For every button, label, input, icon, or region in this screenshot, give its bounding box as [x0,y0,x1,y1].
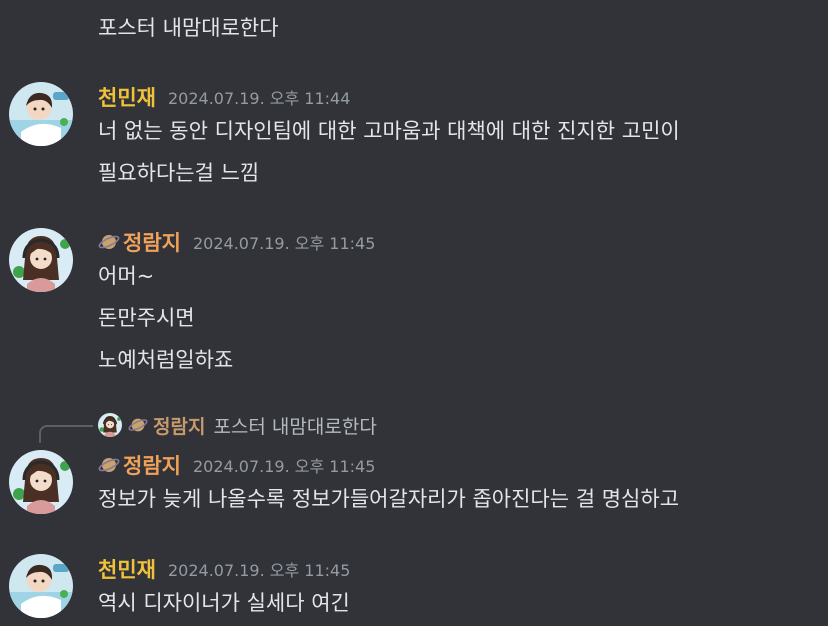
avatar-icon [9,450,73,514]
reply-preview[interactable]: 정람지 포스터 내맘대로한다 [98,411,377,439]
reply-text[interactable]: 포스터 내맘대로한다 [213,412,376,439]
timestamp: 2024.07.19. 오후 11:45 [192,234,376,253]
reply-spine [39,425,93,443]
timestamp: 2024.07.19. 오후 11:45 [167,561,351,580]
message-text: 포스터 내맘대로한다 [98,16,279,40]
avatar[interactable] [9,82,73,146]
avatar[interactable] [9,554,73,618]
planet-icon [128,417,148,433]
timestamp: 2024.07.19. 오후 11:44 [167,89,351,108]
avatar-icon [9,554,73,618]
avatar[interactable] [9,450,73,514]
avatar-icon [98,413,122,437]
planet-icon [98,233,120,251]
timestamp: 2024.07.19. 오후 11:45 [192,457,376,476]
message-text: 필요하다는걸 느낌 [98,161,260,185]
message-text: 노예처럼일하죠 [98,348,234,372]
reply-author[interactable]: 정람지 [153,412,205,439]
message-text: 돈만주시면 [98,306,195,330]
message-header: 정람지 2024.07.19. 오후 11:45 [98,450,375,480]
avatar[interactable] [9,228,73,292]
message-text: 정보가 늦게 나올수록 정보가들어갈자리가 좁아진다는 걸 명심하고 [98,487,680,511]
message-header: 천민재 2024.07.19. 오후 11:45 [98,554,350,584]
message-header: 천민재 2024.07.19. 오후 11:44 [98,82,350,112]
message-header: 정람지 2024.07.19. 오후 11:45 [98,227,375,257]
author-name[interactable]: 정람지 [123,227,181,257]
author-name[interactable]: 천민재 [98,554,156,584]
message-text: 어머~ [98,264,155,288]
planet-icon [98,456,120,474]
author-name[interactable]: 정람지 [123,450,181,480]
author-name[interactable]: 천민재 [98,82,156,112]
message-text: 역시 디자이너가 실세다 여긴 [98,591,350,615]
avatar-icon [9,82,73,146]
avatar-icon [9,228,73,292]
reply-avatar [98,413,122,437]
message-text: 너 없는 동안 디자인팀에 대한 고마움과 대책에 대한 진지한 고민이 [98,119,680,143]
